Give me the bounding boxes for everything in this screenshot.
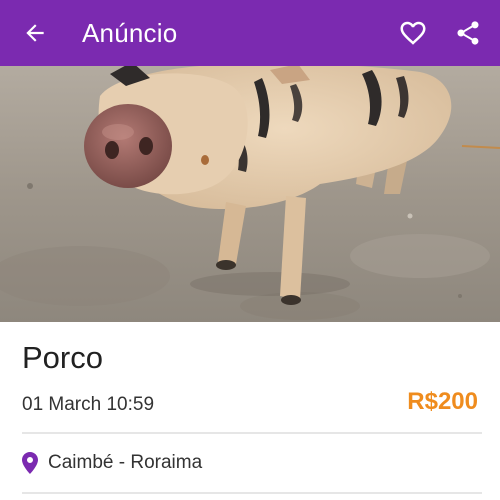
divider xyxy=(22,432,482,434)
location-label: Caimbé - Roraima xyxy=(48,452,203,473)
favorite-button[interactable] xyxy=(398,18,428,48)
listing-date: 01 March 10:59 xyxy=(22,394,155,415)
share-icon xyxy=(457,21,479,45)
back-button[interactable] xyxy=(0,0,66,66)
arrow-left-icon xyxy=(26,24,44,42)
pig-photo xyxy=(0,66,500,322)
listing-photo[interactable] xyxy=(0,66,500,322)
listing-details: Porco 01 March 10:59 R$200 Caimbé - Rora… xyxy=(0,322,500,500)
app-bar: Anúncio xyxy=(0,0,500,66)
listing-screen: Anúncio Porco 01 March 10:59 R$200 Caimb… xyxy=(0,0,500,500)
app-bar-actions xyxy=(398,18,500,48)
map-pin-icon xyxy=(22,452,38,474)
divider xyxy=(22,492,482,494)
listing-location[interactable]: Caimbé - Roraima xyxy=(22,452,202,474)
listing-price: R$200 xyxy=(407,388,478,415)
heart-outline-icon xyxy=(400,21,426,45)
listing-title: Porco xyxy=(22,340,103,375)
share-button[interactable] xyxy=(454,19,482,47)
page-title: Anúncio xyxy=(82,17,178,48)
